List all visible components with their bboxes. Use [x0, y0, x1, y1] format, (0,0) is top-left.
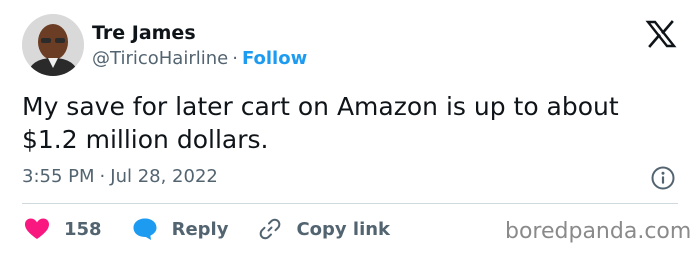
tweet-text: My save for later cart on Amazon is up t…	[22, 90, 672, 156]
reply-button[interactable]: Reply	[132, 217, 229, 241]
timestamp-separator: ·	[99, 166, 106, 187]
heart-icon	[25, 218, 49, 239]
action-bar: 158 Reply Copy link	[24, 216, 420, 242]
avatar[interactable]	[22, 14, 84, 76]
like-count: 158	[64, 218, 102, 240]
copy-link-label: Copy link	[296, 218, 391, 240]
author-name[interactable]: Tre James	[92, 21, 196, 45]
x-logo-icon[interactable]	[645, 20, 677, 48]
tweet-card: Tre James @TiricoHairline · Follow My save…	[0, 0, 700, 256]
watermark: boredpanda.com	[505, 219, 692, 244]
author-handle[interactable]: @TiricoHairline	[92, 48, 228, 69]
reply-label: Reply	[171, 218, 229, 240]
tweet-time: 3:55 PM	[22, 166, 95, 187]
divider	[22, 203, 678, 204]
follow-button[interactable]: Follow	[242, 48, 307, 69]
like-button[interactable]: 158	[24, 217, 102, 241]
tweet-timestamp[interactable]: 3:55 PM · Jul 28, 2022	[22, 165, 218, 189]
info-icon[interactable]	[650, 165, 676, 191]
copy-link-button[interactable]: Copy link	[258, 217, 390, 241]
tweet-text-line: $1.2 million dollars.	[22, 125, 269, 154]
tweet-date: Jul 28, 2022	[110, 166, 218, 187]
link-icon	[260, 218, 281, 240]
avatar-image	[22, 14, 84, 76]
handle-separator: ·	[232, 48, 238, 69]
tweet-text-line: My save for later cart on Amazon is up t…	[22, 92, 619, 121]
author-meta: @TiricoHairline · Follow	[92, 47, 307, 71]
speech-bubble-icon	[133, 218, 157, 240]
